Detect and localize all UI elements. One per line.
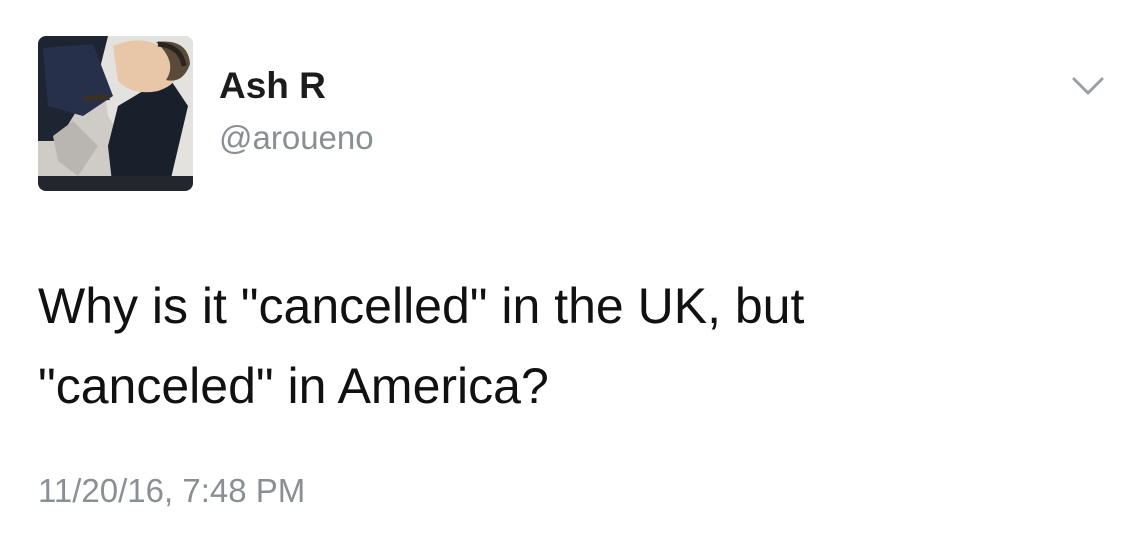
more-options-button[interactable] <box>1070 74 1106 98</box>
avatar[interactable] <box>38 36 193 191</box>
tweet-text: Why is it "cancelled" in the UK, but "ca… <box>38 266 1098 426</box>
tweet-card: Ash R @aroueno Why is it "cancelled" in … <box>0 0 1139 552</box>
tweet-text-line: Why is it "cancelled" in the UK, but <box>38 278 805 334</box>
timestamp[interactable]: 11/20/16, 7:48 PM <box>38 471 305 511</box>
profile-photo-icon <box>38 36 193 191</box>
display-name[interactable]: Ash R <box>219 64 326 108</box>
tweet-text-line: "canceled" in America? <box>38 358 549 414</box>
user-handle[interactable]: @aroueno <box>219 118 374 158</box>
chevron-down-icon <box>1072 77 1104 95</box>
